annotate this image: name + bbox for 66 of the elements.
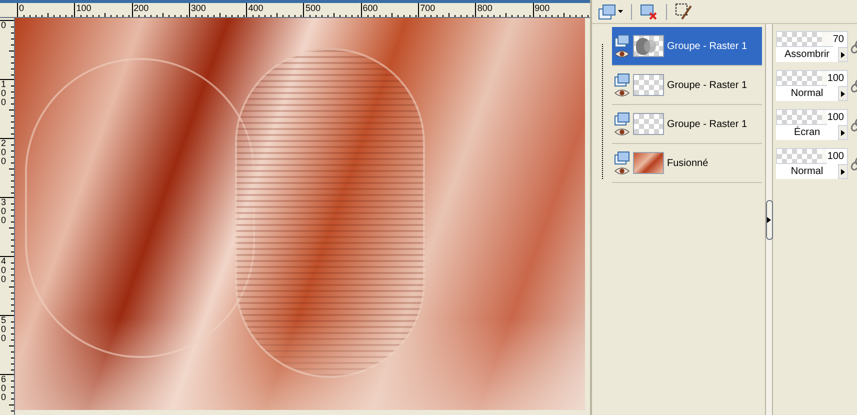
ruler-label: 300 xyxy=(0,198,5,227)
opacity-field[interactable]: 100 xyxy=(776,70,848,86)
opacity-value: 100 xyxy=(827,70,847,86)
ruler-label: 900 xyxy=(534,3,551,13)
caret-icon xyxy=(618,10,623,13)
ruler-label: 100 xyxy=(0,80,5,109)
dropdown-button[interactable] xyxy=(838,125,848,140)
layer-thumbnail xyxy=(633,113,664,135)
new-layer-button[interactable] xyxy=(598,4,623,20)
opacity-value: 100 xyxy=(827,148,847,164)
layer-icon xyxy=(614,34,630,48)
blend-mode-dropdown[interactable]: Normal xyxy=(776,86,838,101)
ruler-label: 500 xyxy=(304,3,322,13)
opacity-field[interactable]: 70 xyxy=(776,31,848,47)
triangle-icon xyxy=(841,90,845,96)
layer-name: Groupe - Raster 1 xyxy=(667,118,748,132)
eye-icon[interactable] xyxy=(614,128,630,136)
ruler-label: 0 xyxy=(0,21,5,32)
delete-layer-button[interactable] xyxy=(640,4,658,20)
opacity-value: 100 xyxy=(827,110,847,124)
layer-thumbnail xyxy=(633,35,664,57)
eye-icon[interactable] xyxy=(614,89,630,97)
ruler-label: 0 xyxy=(18,3,26,13)
triangle-icon xyxy=(841,130,845,136)
selection-brush-icon xyxy=(675,2,693,20)
ruler-label: 800 xyxy=(476,3,494,13)
ruler-label: 300 xyxy=(190,3,207,13)
ruler-label: 600 xyxy=(362,3,379,13)
ruler-label: 200 xyxy=(132,3,150,13)
triangle-icon xyxy=(767,216,771,222)
layer-icon xyxy=(614,112,630,126)
layer-name: Groupe - Raster 1 xyxy=(667,40,748,54)
layer-thumbnail xyxy=(633,74,664,96)
ruler-label: 200 xyxy=(0,139,5,168)
opacity-value: 70 xyxy=(832,32,847,46)
ruler-label: 500 xyxy=(0,316,5,345)
layer-thumbnail xyxy=(633,152,664,174)
dropdown-button[interactable] xyxy=(838,86,848,101)
eye-icon[interactable] xyxy=(614,167,630,175)
ruler-label: 600 xyxy=(0,375,5,404)
layer-icon xyxy=(614,151,630,165)
dropdown-button[interactable] xyxy=(838,47,848,62)
layer-stack-icon xyxy=(598,4,616,20)
ruler-label: 100 xyxy=(75,3,92,13)
layer-name: Groupe - Raster 1 xyxy=(667,78,748,92)
opacity-field[interactable]: 100 xyxy=(776,148,848,164)
dropdown-button[interactable] xyxy=(838,164,848,179)
panel-splitter-handle[interactable] xyxy=(766,200,772,240)
layer-row[interactable]: Groupe - Raster 1 xyxy=(612,66,762,105)
layer-row[interactable]: Groupe - Raster 1 xyxy=(612,105,762,144)
ruler-label: 700 xyxy=(419,3,436,13)
layer-name: Fusionné xyxy=(667,156,708,170)
triangle-icon xyxy=(841,52,845,58)
blend-mode-dropdown[interactable]: Assombrir xyxy=(776,47,838,62)
ruler-label: 400 xyxy=(0,257,5,286)
triangle-icon xyxy=(841,168,845,174)
opacity-field[interactable]: 100 xyxy=(776,109,848,125)
eye-icon[interactable] xyxy=(614,50,630,58)
delete-layer-icon xyxy=(640,4,658,20)
edit-selection-button[interactable] xyxy=(675,2,693,20)
ruler-label: 400 xyxy=(247,3,264,13)
layer-row[interactable]: Fusionné xyxy=(612,144,762,183)
layer-row[interactable]: Groupe - Raster 1 xyxy=(612,27,762,66)
blend-mode-dropdown[interactable]: Écran xyxy=(776,125,838,140)
layer-icon xyxy=(614,73,630,87)
blend-mode-dropdown[interactable]: Normal xyxy=(776,164,838,179)
